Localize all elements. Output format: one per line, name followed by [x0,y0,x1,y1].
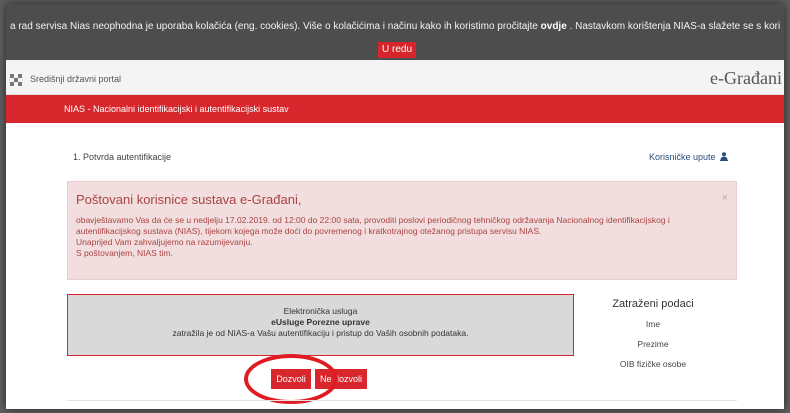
alert-title: Poštovani korisnice sustava e-Građani, [76,192,302,207]
alert-line: S poštovanjem, NIAS tim. [76,248,173,258]
browser-page: a rad servisa Nias neophodna je uporaba … [6,4,784,409]
cookie-accept-button[interactable]: U redu [378,42,416,58]
requested-item-first-name: Ime [645,319,661,329]
allow-button[interactable]: Dozvoli [271,369,311,389]
footer-divider [67,400,737,401]
user-download-icon [720,152,728,161]
cookie-message: a rad servisa Nias neophodna je uporaba … [10,21,780,32]
alert-body: obavještavamo Vas da će se u nedjelju 17… [76,215,726,259]
alert-line: autentifikacijskog sustava (NIAS), tijek… [76,226,542,236]
requested-item-oib: OIB fizičke osobe [619,359,687,369]
service-description: zatražila je od NIAS-a Vašu autentifikac… [172,328,469,338]
nias-title: NIAS - Nacionalni identifikacijski i aut… [64,104,289,114]
deny-button[interactable]: Ne dozvoli [315,369,367,389]
cookie-policy-link[interactable]: ovdje [541,21,567,32]
brand-title: e-Građani [710,68,782,88]
cookie-text-after: . Nastavkom korištenja NIAS-a slažete se… [569,21,780,32]
checkerboard-logo-icon[interactable] [10,74,22,86]
nias-header-bar: NIAS - Nacionalni identifikacijski i aut… [6,95,784,123]
requested-data-panel: Zatraženi podaci Ime Prezime OIB fizičke… [593,298,713,379]
maintenance-alert: Poštovani korisnice sustava e-Građani, ×… [67,181,737,280]
service-request-box: Elektronička usluga eUsluge Porezne upra… [67,294,574,356]
user-manual-label: Korisničke upute [648,152,716,162]
cookie-banner: a rad servisa Nias neophodna je uporaba … [6,4,784,60]
alert-line: Unaprijed Vam zahvaljujemo na razumijeva… [76,237,253,247]
cookie-text-before: a rad servisa Nias neophodna je uporaba … [10,21,538,32]
user-manual-link[interactable]: Korisničke upute [649,152,728,162]
alert-line: obavještavamo Vas da će se u nedjelju 17… [76,215,670,225]
top-header: Središnji državni portal e-Građani [6,60,784,95]
step-label: 1. Potvrda autentifikacije [73,152,172,162]
portal-name-link[interactable]: Središnji državni portal [30,74,121,84]
requested-item-last-name: Prezime [637,339,669,349]
close-icon[interactable]: × [722,192,728,204]
service-intro: Elektronička usluga [283,306,358,316]
service-name: eUsluge Porezne uprave [271,317,370,327]
requested-data-title: Zatraženi podaci [612,298,694,310]
